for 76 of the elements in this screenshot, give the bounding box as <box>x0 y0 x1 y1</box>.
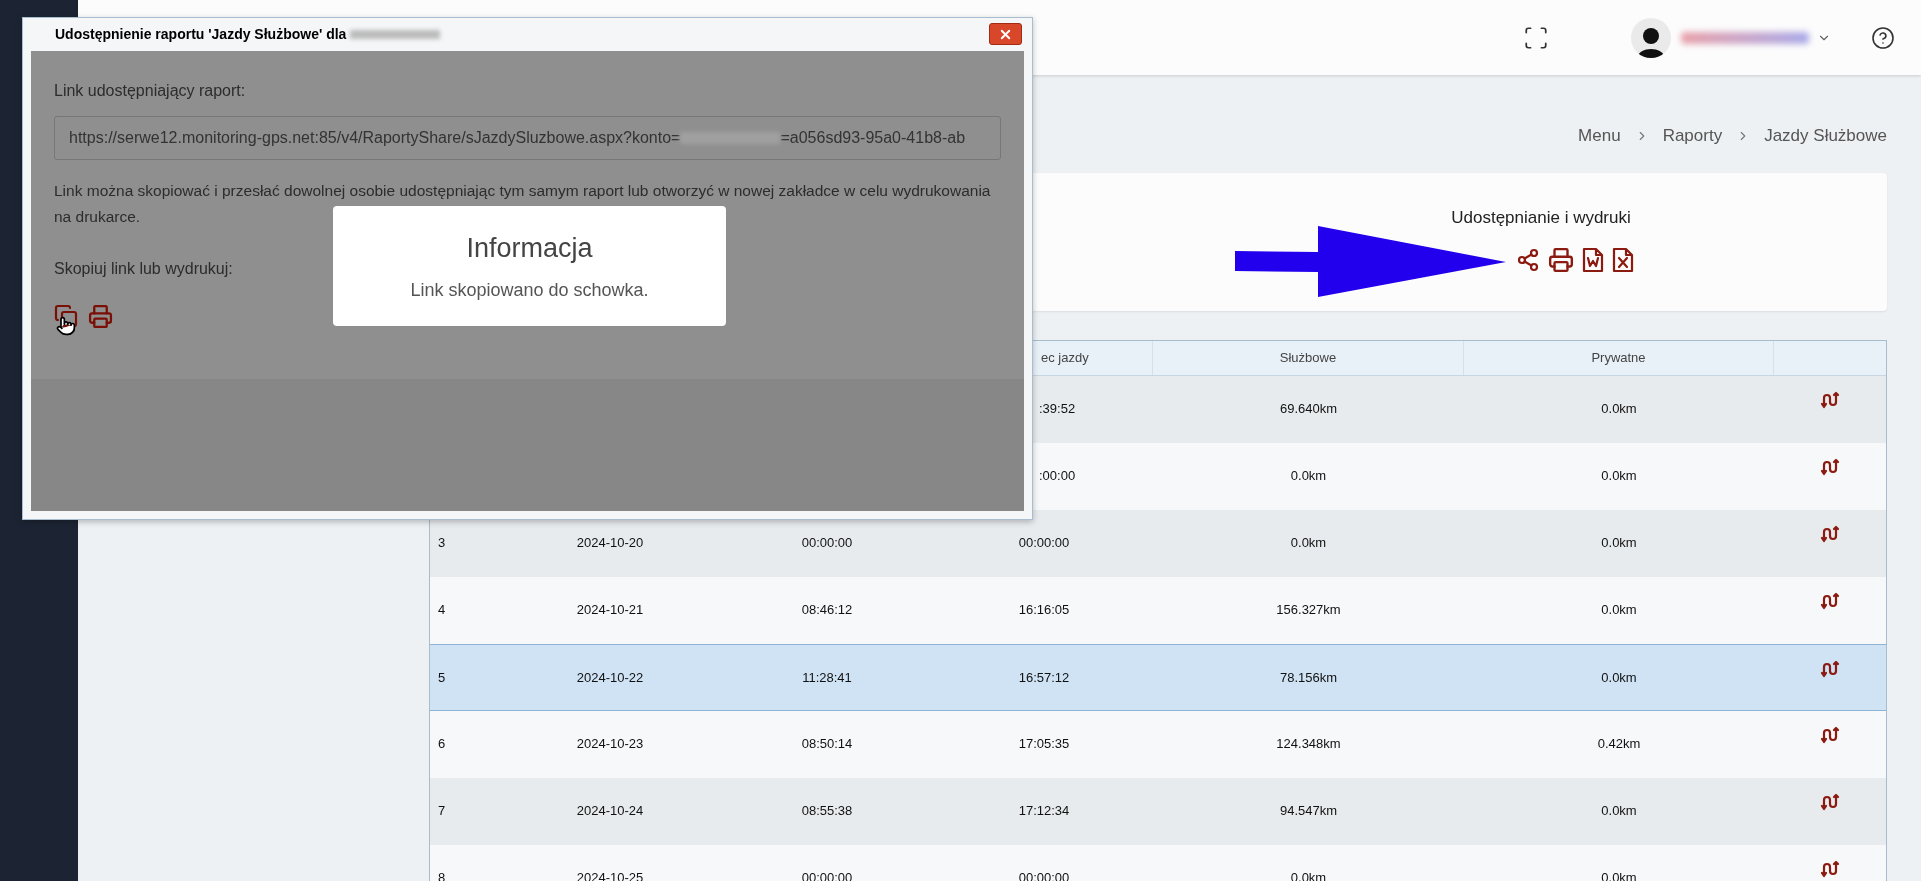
table-cell: 2024-10-21 <box>576 602 644 617</box>
close-button[interactable] <box>989 23 1022 45</box>
table-cell: 0.0km <box>1601 670 1637 685</box>
table-cell: :39:52 <box>1039 401 1076 416</box>
table-cell: 6 <box>438 736 446 751</box>
table-row[interactable]: 7 2024-10-24 08:55:38 17:12:34 94.547km 0.0km <box>430 778 1886 845</box>
table-cell: 78.156km <box>1279 670 1338 685</box>
table-cell: 0.0km <box>1290 535 1327 550</box>
popup-message: Link skopiowano do schowka. <box>410 278 649 302</box>
actions-label: Skopiuj link lub wydrukuj: <box>54 259 234 279</box>
table-cell: 0.0km <box>1290 468 1327 483</box>
link-field[interactable]: https://serwe12.monitoring-gps.net:85/v4/RaportyShare/sJazdySluzbowe.aspx?konto= =a056sd93-95a0-41b8-ab <box>54 116 1001 160</box>
table-row[interactable]: 4 2024-10-21 08:46:12 16:16:05 156.327km 0.0km <box>430 577 1886 644</box>
table-cell: 0.0km <box>1601 803 1637 818</box>
table-cell: 08:46:12 <box>801 602 853 617</box>
table-cell: 2024-10-22 <box>576 670 644 685</box>
dialog-title: Udostępnienie raportu 'Jazdy Służbowe' dla <box>55 25 347 44</box>
route-icon[interactable] <box>1820 390 1840 410</box>
fullscreen-icon[interactable] <box>1523 24 1549 51</box>
column-header: Prywatne <box>1591 349 1646 368</box>
table-cell: 16:57:12 <box>1018 670 1070 685</box>
avatar[interactable] <box>1631 17 1671 58</box>
table-row[interactable]: 3 2024-10-20 00:00:00 00:00:00 0.0km 0.0km <box>430 510 1886 577</box>
table-row[interactable]: 5 2024-10-22 11:28:41 16:57:12 78.156km 0.0km <box>430 644 1886 711</box>
breadcrumb-item[interactable]: Menu <box>1578 123 1621 149</box>
column-header: ec jazdy <box>1041 349 1089 368</box>
copy-icon[interactable] <box>54 304 78 328</box>
table-row[interactable]: 6 2024-10-23 08:50:14 17:05:35 124.348km 0.42km <box>430 711 1886 778</box>
table-cell: 0.42km <box>1597 736 1641 751</box>
table-cell: 156.327km <box>1276 602 1341 617</box>
table-cell: 69.640km <box>1279 401 1338 416</box>
table-cell: 124.348km <box>1276 736 1341 751</box>
table-cell: :00:00 <box>1039 468 1076 483</box>
route-icon[interactable] <box>1820 457 1840 477</box>
table-cell: 11:28:41 <box>802 670 852 685</box>
excel-document-icon[interactable] <box>1612 246 1634 273</box>
route-icon[interactable] <box>1820 792 1840 812</box>
table-cell: 16:16:05 <box>1018 602 1070 617</box>
link-text: https://serwe12.monitoring-gps.net:85/v4/RaportyShare/sJazdySluzbowe.aspx?konto= <box>69 128 681 148</box>
route-icon[interactable] <box>1820 859 1840 879</box>
hand-cursor-icon <box>56 316 76 336</box>
table-cell: 0.0km <box>1601 535 1637 550</box>
table-cell: 7 <box>438 803 446 818</box>
link-text: =a056sd93-95a0-41b8-ab <box>780 128 966 148</box>
table-cell: 5 <box>438 670 446 685</box>
table-cell: 0.0km <box>1601 401 1637 416</box>
link-label: Link udostępniający raport: <box>54 81 247 101</box>
print-icon[interactable] <box>1548 246 1574 273</box>
table-cell: 0.0km <box>1601 602 1637 617</box>
table-cell: 08:55:38 <box>801 803 853 818</box>
route-icon[interactable] <box>1820 659 1840 679</box>
route-icon[interactable] <box>1820 524 1840 544</box>
popup-title: Informacja <box>466 232 593 266</box>
table-cell: 00:00:00 <box>801 535 853 550</box>
table-cell: 94.547km <box>1279 803 1338 818</box>
table-cell: 4 <box>438 602 446 617</box>
table-cell: 08:50:14 <box>801 736 853 751</box>
help-icon[interactable] <box>1871 25 1895 50</box>
word-document-icon[interactable] <box>1582 246 1604 273</box>
table-cell: 2024-10-23 <box>576 736 644 751</box>
breadcrumb-item[interactable]: Raporty <box>1662 123 1723 149</box>
table-cell: 3 <box>438 535 446 550</box>
table-cell: 00:00:00 <box>1018 535 1070 550</box>
link-description: Link można skopiować i przesłać dowolnej osobie udostępniając tym samym raport lub otworzyć w nowej zakładce w celu wydrukowania na drukarce. <box>54 181 992 227</box>
table-cell: 2024-10-24 <box>576 803 644 818</box>
column-header: Służbowe <box>1279 349 1337 368</box>
table-cell: 2024-10-20 <box>576 535 644 550</box>
table-cell: 17:05:35 <box>1018 736 1070 751</box>
breadcrumb-item: Jazdy Służbowe <box>1764 125 1887 148</box>
card-title: Udostępnianie i wydruki <box>1451 207 1631 229</box>
table-cell: 0.0km <box>1601 468 1637 483</box>
route-icon[interactable] <box>1820 591 1840 611</box>
share-icon[interactable] <box>1516 247 1540 272</box>
route-icon[interactable] <box>1820 725 1840 745</box>
table-cell: 17:12:34 <box>1018 803 1070 818</box>
user-silhouette-icon <box>1637 25 1665 58</box>
